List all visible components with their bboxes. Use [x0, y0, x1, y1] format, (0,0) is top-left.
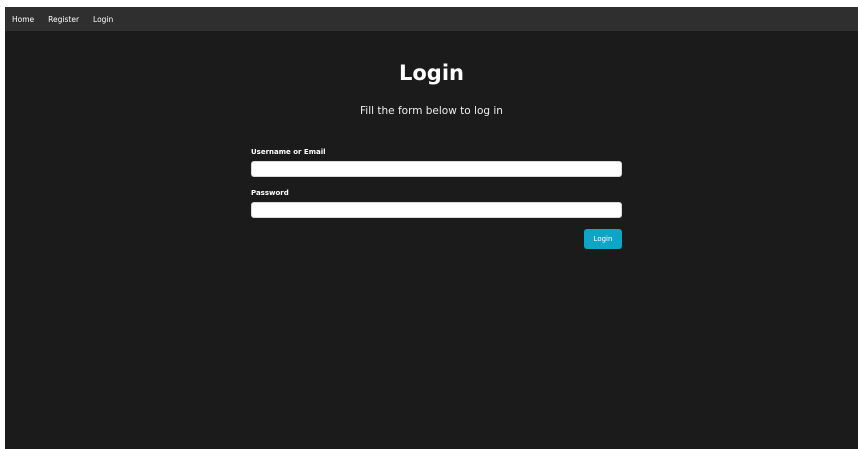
- page-subtitle: Fill the form below to log in: [360, 105, 503, 117]
- login-button[interactable]: Login: [584, 229, 622, 249]
- password-input[interactable]: [251, 202, 622, 218]
- nav-link-login[interactable]: Login: [93, 15, 113, 24]
- page-title: Login: [399, 61, 464, 85]
- password-label: Password: [251, 189, 289, 197]
- nav-link-home[interactable]: Home: [12, 15, 34, 24]
- page-viewport: Home Register Login Login Fill the form …: [5, 7, 858, 449]
- username-input[interactable]: [251, 161, 622, 177]
- nav-link-register[interactable]: Register: [48, 15, 79, 24]
- username-label: Username or Email: [251, 148, 326, 156]
- top-navbar: Home Register Login: [5, 7, 858, 31]
